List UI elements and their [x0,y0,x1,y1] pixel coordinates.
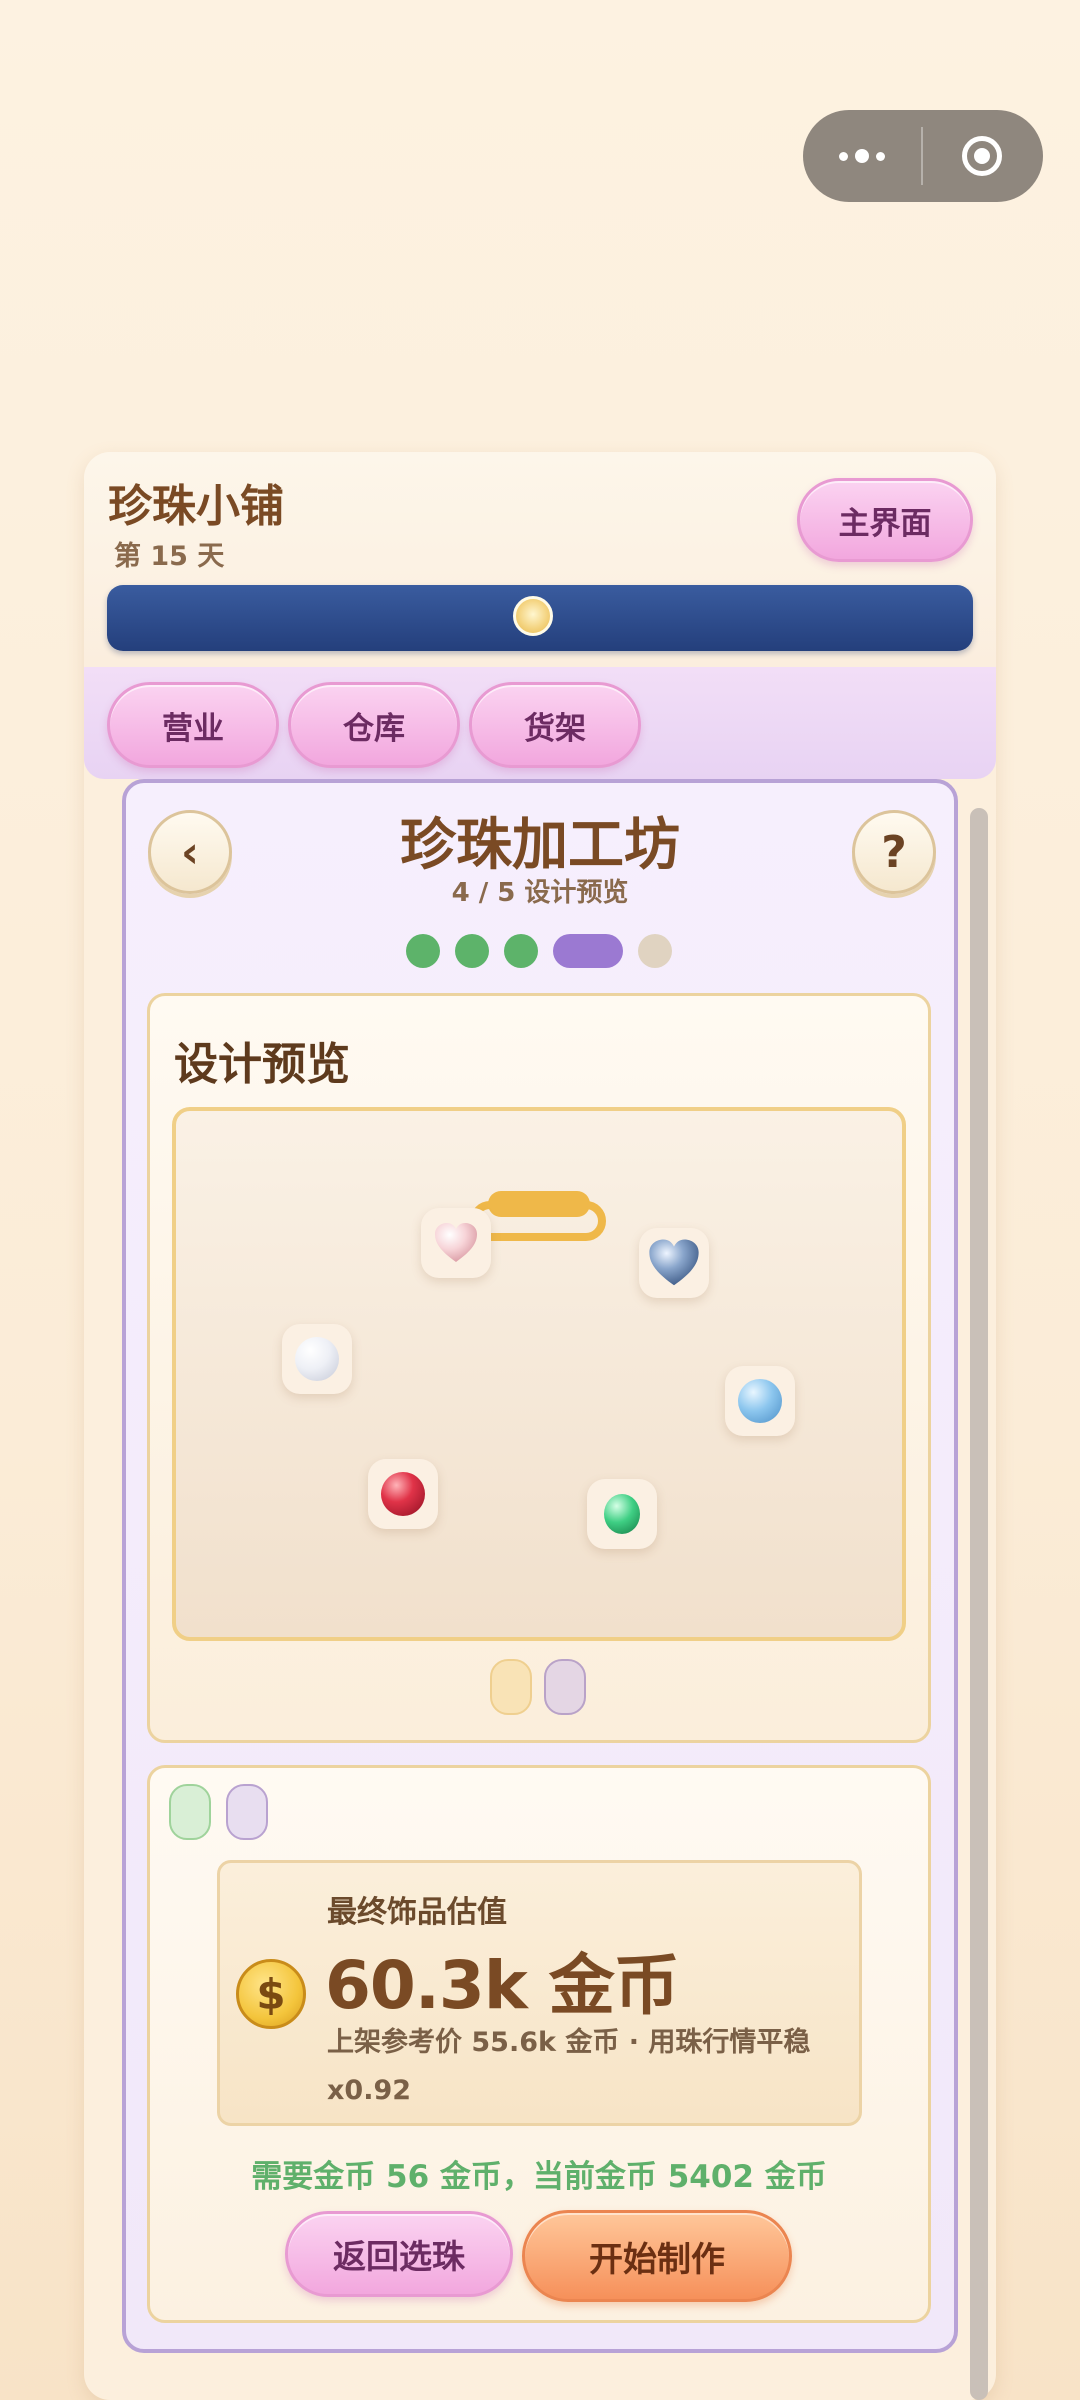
pager-pill[interactable] [544,1659,586,1715]
help-icon[interactable]: ? [852,810,936,894]
workshop-title: 珍珠加工坊 [400,813,680,878]
blue-heart-bead-icon[interactable] [639,1228,709,1298]
step-indicator [638,934,672,968]
day-counter: 第 15 天 [114,541,225,572]
back-to-select-button[interactable]: 返回选珠 [285,2211,513,2297]
step-indicator-current [553,934,623,968]
red-pearl-icon[interactable] [368,1459,438,1529]
pager-pill[interactable] [490,1659,532,1715]
green-pearl-icon[interactable] [587,1479,657,1549]
step-indicator [504,934,538,968]
workshop-step: 4 / 5 设计预览 [451,878,629,908]
valuation-amount: 60.3k 金币 [325,1947,680,2024]
scrollbar[interactable] [970,808,988,2400]
badge-pill [169,1784,211,1840]
tab-business[interactable]: 营业 [107,682,279,768]
step-indicator [406,934,440,968]
start-crafting-button[interactable]: 开始制作 [522,2210,792,2302]
shop-title: 珍珠小铺 [108,481,284,532]
step-indicator [455,934,489,968]
badge-pill [226,1784,268,1840]
cost-summary: 需要金币 56 金币，当前金币 5402 金币 [251,2159,827,2195]
target-circle-icon[interactable] [923,136,1041,176]
pink-heart-bead-icon[interactable] [421,1208,491,1278]
blue-pearl-icon[interactable] [725,1366,795,1436]
main-menu-button[interactable]: 主界面 [797,478,973,562]
sun-indicator-icon [513,596,553,636]
white-pearl-icon[interactable] [282,1324,352,1394]
valuation-label: 最终饰品估值 [327,1895,507,1930]
more-dots-icon[interactable] [803,149,921,163]
miniprogram-capsule [803,110,1043,202]
tab-shelf[interactable]: 货架 [469,682,641,768]
preview-title: 设计预览 [174,1039,350,1090]
back-chevron-icon[interactable]: ‹ [148,810,232,894]
tab-warehouse[interactable]: 仓库 [288,682,460,768]
valuation-detail: 上架参考价 55.6k 金币 · 用珠行情平稳 x0.92 [327,2027,811,2106]
gold-coin-icon: $ [236,1959,306,2029]
